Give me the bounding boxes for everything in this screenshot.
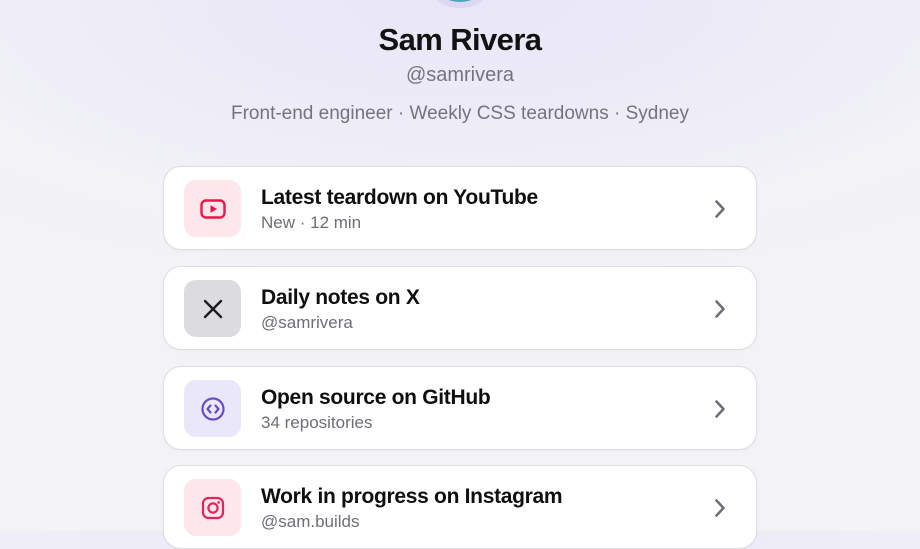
profile-bio: Front-end engineer · Weekly CSS teardown… [231,103,689,124]
icon-tile [184,280,241,337]
chevron-right-icon [710,298,730,320]
code-icon [200,396,225,421]
link-title: Latest teardown on YouTube [261,186,538,209]
chevron-right-icon [710,198,730,220]
link-subtitle: 34 repositories [261,413,373,432]
link-title: Work in progress on Instagram [261,485,563,508]
link-card-instagram[interactable]: Work in progress on Instagram @sam.build… [163,465,757,549]
instagram-icon [201,496,224,519]
link-title: Open source on GitHub [261,386,491,409]
avatar [436,0,484,2]
chevron-right-icon [710,398,730,420]
link-subtitle: @sam.builds [261,512,360,531]
link-card-youtube[interactable]: Latest teardown on YouTube New · 12 min [163,166,757,250]
chevron-right-icon [710,497,730,519]
profile-name: Sam Rivera [378,22,542,57]
link-subtitle: @samrivera [261,313,353,332]
icon-tile [184,479,241,536]
link-title: Daily notes on X [261,286,420,309]
icon-tile [184,380,241,437]
icon-tile [184,180,241,237]
youtube-icon [199,198,226,219]
link-card-github[interactable]: Open source on GitHub 34 repositories [163,366,757,450]
link-subtitle: New · 12 min [261,213,362,232]
x-icon [203,299,222,318]
profile-handle: @samrivera [405,64,515,86]
link-card-x[interactable]: Daily notes on X @samrivera [163,266,757,350]
